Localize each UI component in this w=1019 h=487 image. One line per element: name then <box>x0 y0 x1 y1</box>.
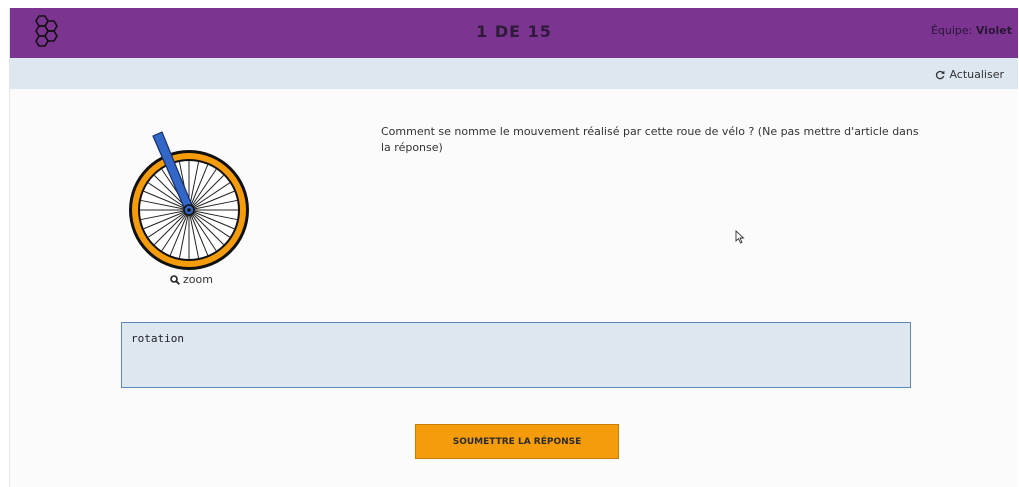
team-label: Équipe: <box>930 24 973 37</box>
question-progress: 1 DE 15 <box>476 22 552 41</box>
team-name: Violet <box>975 24 1012 37</box>
refresh-label: Actualiser <box>949 68 1004 81</box>
question-text: Comment se nomme le mouvement réalisé pa… <box>381 125 919 154</box>
submit-answer-button[interactable]: SOUMETTRE LA RÉPONSE <box>415 424 619 459</box>
zoom-label: zoom <box>183 273 213 286</box>
zoom-link[interactable]: zoom <box>170 273 213 286</box>
header-bar: 1 DE 15 Équipe: Violet <box>10 8 1018 58</box>
mouse-pointer-icon <box>735 230 745 244</box>
magnifier-icon <box>170 274 180 285</box>
toolbar: Actualiser <box>10 58 1018 89</box>
bicycle-wheel-rotation-illustration <box>129 131 249 270</box>
team-indicator: Équipe: Violet <box>931 24 1012 37</box>
refresh-icon <box>936 70 945 79</box>
quiz-window: 1 DE 15 Équipe: Violet Actualiser zoom C… <box>9 8 1018 487</box>
answer-input[interactable]: rotation <box>121 322 911 388</box>
refresh-button[interactable]: Actualiser <box>935 68 1004 81</box>
